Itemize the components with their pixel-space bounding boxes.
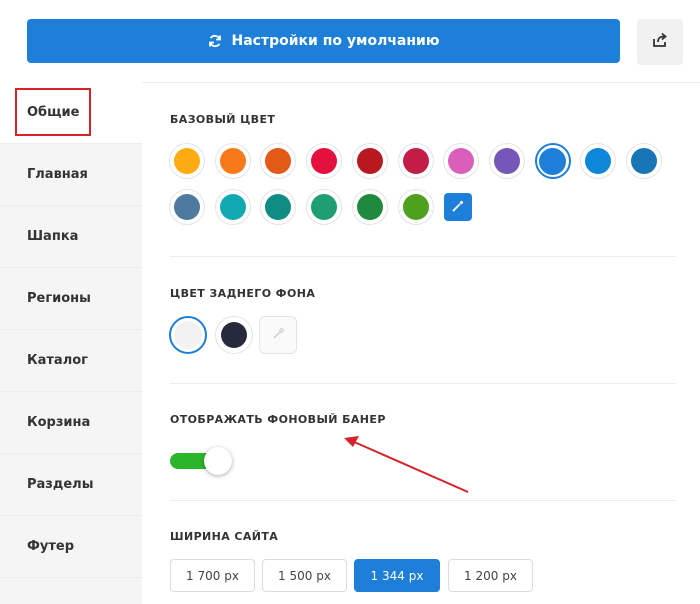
color-dot — [221, 322, 247, 348]
color-swatch[interactable] — [397, 189, 434, 225]
color-dot — [219, 148, 246, 174]
color-dot — [402, 148, 429, 174]
color-dot — [311, 194, 338, 220]
sidebar-item[interactable]: Шапка — [0, 206, 142, 268]
background-swatch-light[interactable] — [169, 316, 207, 354]
width-option-1500[interactable]: 1 500 px — [262, 559, 347, 592]
color-dot — [356, 194, 383, 220]
section-divider — [170, 500, 676, 501]
color-dot — [402, 194, 429, 220]
color-dot — [631, 148, 657, 174]
section-divider — [170, 256, 676, 257]
toggle-knob — [204, 447, 232, 475]
refresh-icon — [208, 34, 222, 48]
sidebar-item[interactable]: Главная — [0, 144, 142, 206]
sidebar-item-label: Разделы — [27, 477, 94, 492]
color-swatch[interactable] — [260, 189, 297, 225]
width-option-1200[interactable]: 1 200 px — [448, 559, 533, 592]
color-dot — [265, 194, 292, 220]
color-swatch[interactable] — [397, 143, 434, 179]
color-dot — [493, 148, 520, 174]
site-width-title: ШИРИНА САЙТА — [170, 530, 279, 543]
share-icon — [651, 31, 669, 53]
reset-defaults-label: Настройки по умолчанию — [231, 33, 440, 49]
banner-title: ОТОБРАЖАТЬ ФОНОВЫЙ БАНЕР — [170, 413, 386, 426]
sidebar-item-label: Каталог — [27, 353, 88, 368]
eyedropper-icon — [271, 326, 285, 345]
background-color-title: ЦВЕТ ЗАДНЕГО ФОНА — [170, 287, 316, 300]
color-swatch[interactable] — [488, 143, 525, 179]
color-swatch[interactable] — [169, 189, 205, 225]
color-dot — [174, 321, 202, 349]
color-dot — [265, 148, 292, 174]
color-swatch[interactable] — [443, 143, 480, 179]
width-option-1700[interactable]: 1 700 px — [170, 559, 255, 592]
color-dot — [219, 194, 246, 220]
color-swatch[interactable] — [169, 143, 205, 179]
reset-defaults-button[interactable]: Настройки по умолчанию — [27, 19, 620, 63]
color-swatch[interactable] — [306, 143, 343, 179]
sidebar-item[interactable]: Корзина — [0, 392, 142, 454]
section-divider — [170, 383, 676, 384]
color-dot — [585, 148, 612, 174]
color-swatch[interactable] — [214, 189, 251, 225]
color-swatch[interactable] — [260, 143, 297, 179]
sidebar-item-label: Футер — [27, 539, 75, 554]
sidebar-item[interactable]: Каталог — [0, 330, 142, 392]
sidebar-item[interactable]: Регионы — [0, 268, 142, 330]
background-color-picker[interactable] — [259, 316, 297, 354]
settings-sidebar: Общие Главная Шапка Регионы Каталог Корзина Ра… — [0, 82, 142, 604]
banner-toggle[interactable] — [170, 447, 234, 475]
background-swatch-dark[interactable] — [215, 316, 253, 354]
width-option-1344[interactable]: 1 344 px — [354, 559, 440, 592]
sidebar-item-label: Главная — [27, 167, 88, 182]
color-dot — [311, 148, 338, 174]
sidebar-item-label: Корзина — [27, 415, 91, 430]
color-swatch[interactable] — [306, 189, 343, 225]
sidebar-item-label: Регионы — [27, 291, 91, 306]
color-dot — [174, 148, 200, 174]
base-color-title: БАЗОВЫЙ ЦВЕТ — [170, 113, 276, 126]
color-swatch[interactable] — [351, 189, 388, 225]
color-dot — [539, 147, 567, 175]
color-swatch[interactable] — [351, 143, 388, 179]
share-button[interactable] — [637, 19, 683, 65]
color-dot — [174, 194, 200, 220]
color-swatch[interactable] — [626, 143, 662, 179]
color-dot — [356, 148, 383, 174]
color-swatch[interactable] — [580, 143, 617, 179]
sidebar-item[interactable]: Разделы — [0, 454, 142, 516]
sidebar-item[interactable]: Общие — [0, 82, 142, 144]
base-color-picker[interactable] — [444, 193, 472, 221]
sidebar-item-label: Шапка — [27, 229, 79, 244]
color-swatch[interactable] — [534, 143, 571, 179]
sidebar-item-label: Общие — [27, 105, 80, 120]
eyedropper-icon — [451, 198, 465, 217]
color-swatch[interactable] — [214, 143, 251, 179]
sidebar-item[interactable]: Футер — [0, 516, 142, 578]
color-dot — [448, 148, 475, 174]
